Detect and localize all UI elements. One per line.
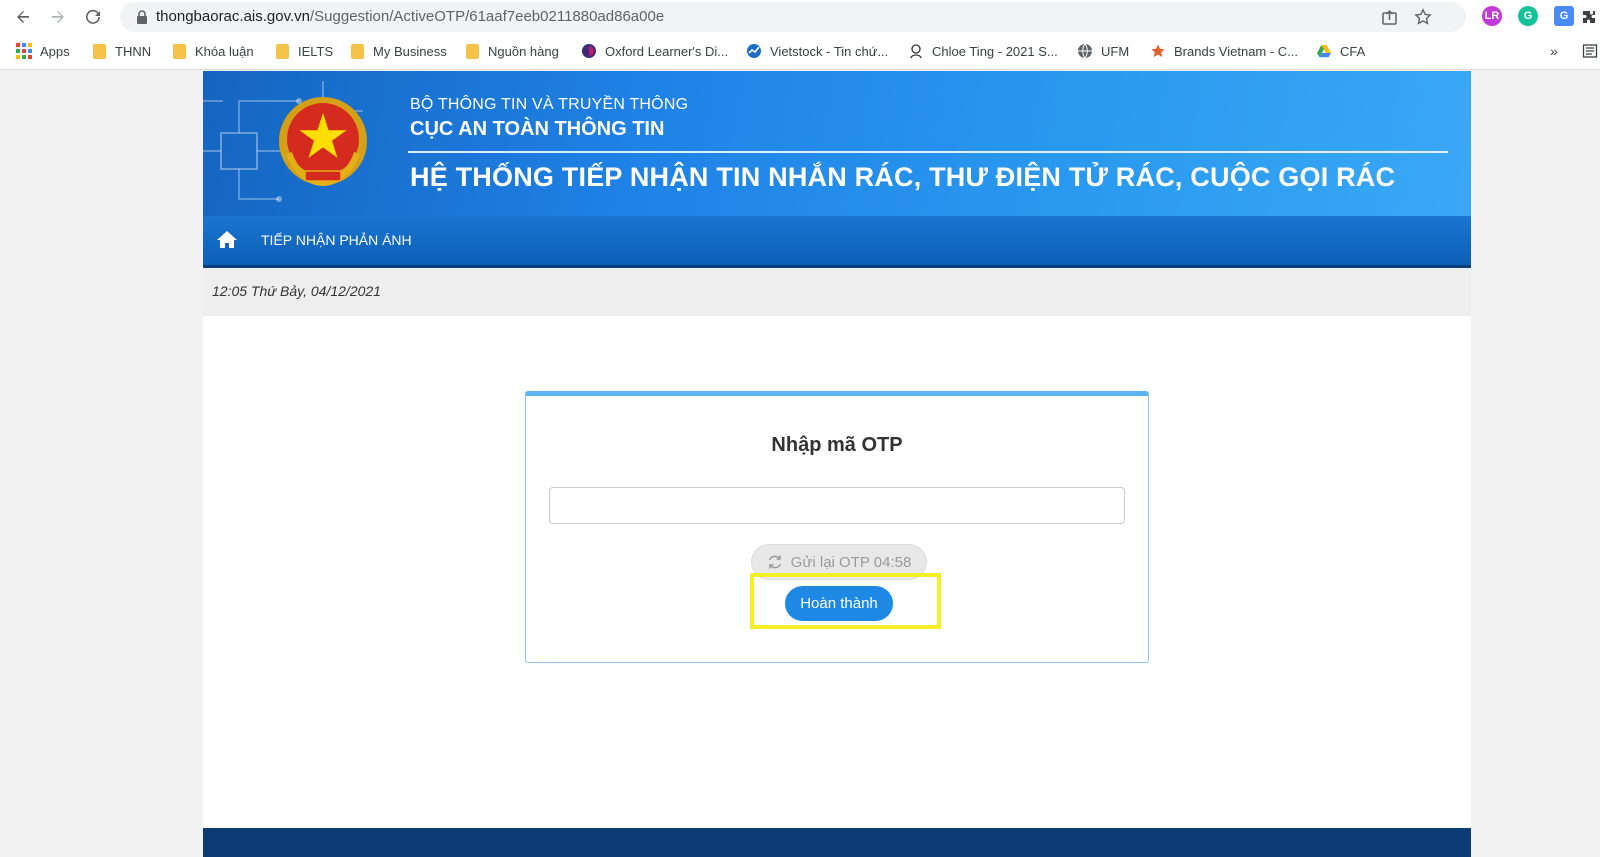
folder-icon — [171, 43, 187, 59]
date-bar: 12:05 Thứ Bảy, 04/12/2021 — [203, 268, 1471, 316]
bookmark-label: Oxford Learner's Di... — [605, 43, 729, 59]
resend-otp-label: Gửi lại OTP 04:58 — [790, 553, 912, 571]
bookmark-oxford[interactable]: Oxford Learner's Di... — [581, 41, 728, 61]
web-page: BỘ THÔNG TIN VÀ TRUYỀN THÔNG CỤC AN TOÀN… — [203, 71, 1471, 857]
bookmark-label: Nguồn hàng — [488, 43, 559, 59]
url-text: thongbaorac.ais.gov.vn/Suggestion/Active… — [156, 8, 664, 25]
bookmark-ielts[interactable]: IELTS — [274, 41, 333, 61]
address-row: thongbaorac.ais.gov.vn/Suggestion/Active… — [0, 0, 1600, 33]
bookmark-ufm[interactable]: UFM — [1077, 41, 1129, 61]
folder-icon — [274, 43, 290, 59]
star-icon — [1150, 43, 1166, 59]
national-emblem-icon — [279, 97, 367, 187]
bookmarks-bar: Apps THNN Khóa luận IELTS My Business Ng… — [0, 36, 1600, 66]
menu-item-tiep-nhan-phan-anh[interactable]: TIẾP NHẬN PHẢN ÁNH — [261, 232, 412, 248]
browser-chrome: thongbaorac.ais.gov.vn/Suggestion/Active… — [0, 0, 1600, 70]
bookmark-label: Khóa luận — [195, 43, 254, 59]
department-name: CỤC AN TOÀN THÔNG TIN — [410, 118, 665, 140]
bookmark-apps[interactable]: Apps — [16, 41, 70, 61]
folder-icon — [464, 43, 480, 59]
bookmark-label: CFA — [1340, 43, 1366, 59]
translate-icon[interactable]: G — [1554, 6, 1574, 26]
lock-icon — [137, 10, 147, 24]
refresh-icon — [768, 555, 781, 569]
grammarly-icon[interactable]: G — [1518, 6, 1538, 26]
bookmark-star-icon[interactable] — [1412, 6, 1434, 28]
bookmark-chloe-ting[interactable]: Chloe Ting - 2021 S... — [908, 41, 1058, 61]
more-bookmarks-button[interactable]: » — [1550, 41, 1558, 61]
back-icon[interactable] — [10, 4, 36, 30]
home-icon[interactable] — [215, 228, 239, 252]
folder-icon — [91, 43, 107, 59]
main-menu-bar: TIẾP NHẬN PHẢN ÁNH — [203, 216, 1471, 268]
bookmark-thnn[interactable]: THNN — [91, 41, 151, 61]
folder-icon — [349, 43, 365, 59]
bookmark-label: Vietstock - Tin chứ... — [770, 43, 889, 59]
extensions-puzzle-icon[interactable] — [1580, 4, 1598, 30]
reload-icon[interactable] — [80, 4, 106, 30]
otp-title: Nhập mã OTP — [771, 434, 903, 456]
complete-button[interactable]: Hoàn thành — [785, 586, 893, 621]
otp-input[interactable] — [549, 487, 1125, 524]
url-host: thongbaorac.ais.gov.vn — [156, 8, 310, 25]
bookmark-label: My Business — [373, 43, 447, 59]
site-banner: BỘ THÔNG TIN VÀ TRUYỀN THÔNG CỤC AN TOÀN… — [203, 71, 1471, 216]
globe-icon — [1077, 43, 1093, 59]
oxford-icon — [581, 43, 597, 59]
bookmark-label: Brands Vietnam - C... — [1174, 43, 1299, 59]
current-datetime: 12:05 Thứ Bảy, 04/12/2021 — [212, 283, 381, 299]
bookmark-vietstock[interactable]: Vietstock - Tin chứ... — [746, 41, 888, 61]
bookmark-label: UFM — [1101, 43, 1130, 59]
footer-bar — [203, 828, 1471, 857]
system-title: HỆ THỐNG TIẾP NHẬN TIN NHẮN RÁC, THƯ ĐIỆ… — [410, 162, 1396, 192]
banner-divider — [408, 151, 1448, 153]
reading-list-icon[interactable] — [1582, 41, 1598, 61]
chloe-icon — [908, 43, 924, 59]
ministry-name: BỘ THÔNG TIN VÀ TRUYỀN THÔNG — [410, 96, 689, 113]
address-bar[interactable]: thongbaorac.ais.gov.vn/Suggestion/Active… — [120, 2, 1466, 32]
bookmark-khoa-luan[interactable]: Khóa luận — [171, 41, 254, 61]
bookmark-cfa[interactable]: CFA — [1316, 41, 1365, 61]
drive-icon — [1316, 43, 1332, 59]
bookmark-label: Chloe Ting - 2021 S... — [932, 43, 1058, 59]
bookmark-label: IELTS — [298, 43, 334, 59]
extension-lr-icon[interactable]: LR — [1482, 6, 1502, 26]
url-path: /Suggestion/ActiveOTP/61aaf7eeb0211880ad… — [310, 8, 665, 25]
bookmark-label: THNN — [115, 43, 152, 59]
bookmark-brands-vietnam[interactable]: Brands Vietnam - C... — [1150, 41, 1298, 61]
share-icon[interactable] — [1378, 6, 1400, 28]
otp-form-card: Nhập mã OTP Gửi lại OTP 04:58 Hoàn thành — [525, 391, 1149, 663]
bookmark-label: Apps — [40, 43, 70, 59]
vietstock-icon — [746, 43, 762, 59]
bookmark-my-business[interactable]: My Business — [349, 41, 447, 61]
bookmark-nguon-hang[interactable]: Nguồn hàng — [464, 41, 559, 61]
forward-icon[interactable] — [45, 4, 71, 30]
apps-grid-icon — [16, 43, 32, 59]
